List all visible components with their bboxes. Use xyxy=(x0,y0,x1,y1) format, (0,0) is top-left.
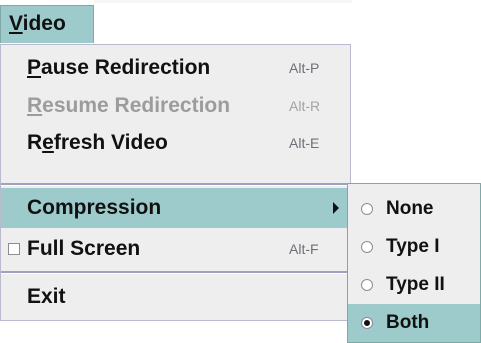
menu-separator xyxy=(1,271,350,274)
resume-redirection-shortcut: Alt-R xyxy=(289,97,321,114)
compression-option-none[interactable]: None xyxy=(348,190,480,228)
resume-redirection-label-rest: esume Redirection xyxy=(42,93,231,117)
compression-option-label: Both xyxy=(386,312,430,333)
full-screen-menu-item[interactable]: Full Screen Alt-F xyxy=(1,228,350,269)
radio-button-icon[interactable] xyxy=(361,203,373,215)
full-screen-checkbox[interactable] xyxy=(8,242,20,255)
menu-bar-edge xyxy=(94,0,352,3)
compression-menu-item[interactable]: Compression xyxy=(1,188,350,228)
resume-redirection-mnemonic: R xyxy=(27,93,43,117)
refresh-video-label-start: R xyxy=(27,131,43,154)
menu-bar: Video xyxy=(0,0,352,44)
pause-redirection-label-rest: ause Redirection xyxy=(41,55,211,79)
pause-redirection-shortcut: Alt-P xyxy=(289,59,320,76)
exit-menu-item[interactable]: Exit xyxy=(1,276,350,318)
radio-button-icon[interactable] xyxy=(361,241,373,253)
video-menu-button[interactable]: Video xyxy=(0,5,94,43)
compression-option-label: Type I xyxy=(386,236,440,257)
video-menu-mnemonic: V xyxy=(9,12,23,35)
full-screen-shortcut: Alt-F xyxy=(289,240,319,257)
pause-redirection-menu-item[interactable]: Pause Redirection Alt-P xyxy=(1,48,350,87)
compression-label: Compression xyxy=(27,196,162,219)
pause-redirection-label: Pause Redirection xyxy=(27,48,210,87)
compression-submenu: None Type I Type II Both xyxy=(347,183,481,343)
video-menu-title-rest: ideo xyxy=(22,12,66,35)
compression-option-both[interactable]: Both xyxy=(348,304,480,342)
refresh-video-shortcut: Alt-E xyxy=(289,135,320,151)
refresh-video-label: Re fresh Video xyxy=(27,124,168,162)
resume-redirection-menu-item: Resume Redirection Alt-R xyxy=(1,87,350,124)
video-menu-dropdown: Pause Redirection Alt-P Resume Redirecti… xyxy=(0,44,351,321)
exit-label: Exit xyxy=(27,285,66,308)
radio-button-icon[interactable] xyxy=(361,279,373,291)
submenu-arrow-icon xyxy=(333,202,339,214)
resume-redirection-label: Resume Redirection xyxy=(27,87,230,124)
pause-redirection-mnemonic: P xyxy=(27,55,42,79)
refresh-video-menu-item[interactable]: Re fresh Video Alt-E xyxy=(1,124,350,162)
compression-option-type-ii[interactable]: Type II xyxy=(348,266,480,304)
compression-option-label: Type II xyxy=(386,274,445,295)
refresh-video-label-rest: fresh Video xyxy=(53,131,168,154)
compression-option-label: None xyxy=(386,198,434,219)
refresh-video-mnemonic: e xyxy=(42,131,54,154)
compression-option-type-i[interactable]: Type I xyxy=(348,228,480,266)
full-screen-label: Full Screen xyxy=(27,236,141,260)
menu-separator xyxy=(1,183,350,186)
radio-button-selected-icon[interactable] xyxy=(361,317,373,329)
